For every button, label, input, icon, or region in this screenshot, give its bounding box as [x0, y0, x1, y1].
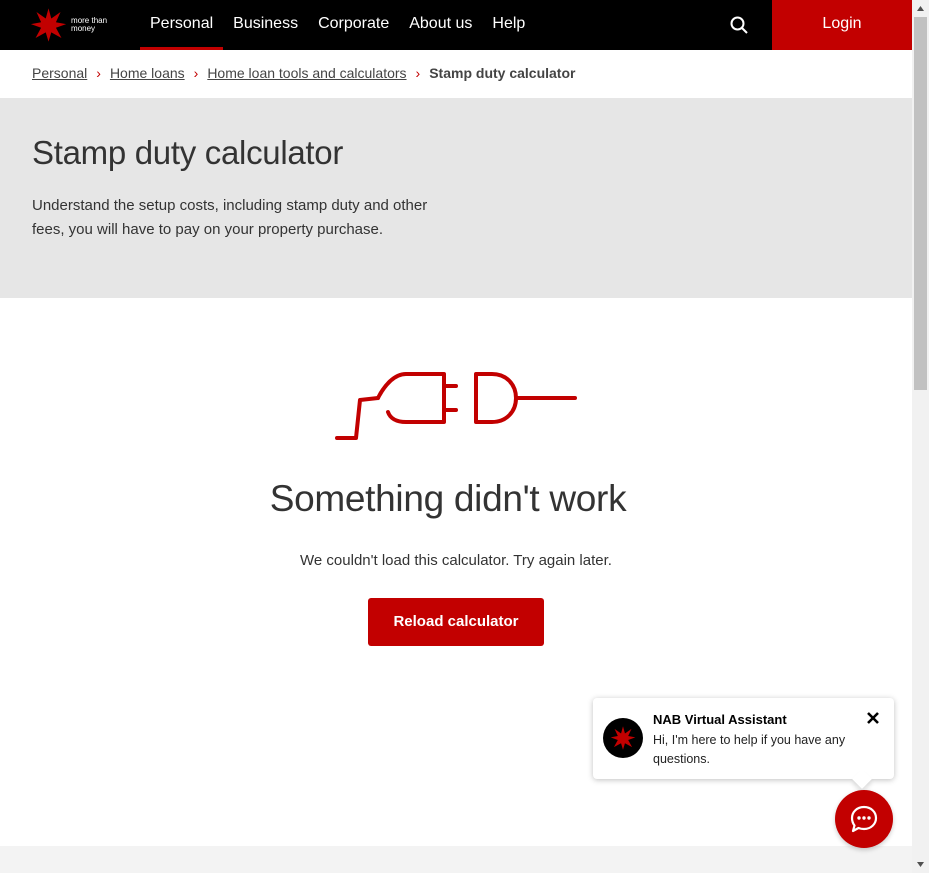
virtual-assistant-popup[interactable]: NAB Virtual Assistant Hi, I'm here to he… — [593, 698, 894, 779]
unplugged-icon — [335, 372, 577, 440]
nab-star-icon — [30, 8, 67, 42]
search-icon — [730, 16, 748, 34]
reload-calculator-button[interactable]: Reload calculator — [368, 598, 544, 646]
close-icon[interactable] — [865, 710, 881, 726]
nav-corporate[interactable]: Corporate — [308, 0, 399, 50]
nav-help[interactable]: Help — [482, 0, 535, 50]
nav-business[interactable]: Business — [223, 0, 308, 50]
breadcrumb-current: Stamp duty calculator — [429, 65, 576, 81]
assistant-message: Hi, I'm here to help if you have any que… — [653, 733, 846, 766]
scroll-down-icon[interactable] — [912, 856, 929, 873]
page-title: Stamp duty calculator — [32, 134, 344, 171]
search-button[interactable] — [722, 8, 756, 42]
footer-strip — [0, 846, 912, 873]
nav-personal[interactable]: Personal — [140, 0, 224, 50]
open-chat-button[interactable] — [835, 790, 893, 848]
scroll-up-icon[interactable] — [912, 0, 929, 17]
main-nav: Personal Business Corporate About us Hel… — [140, 0, 535, 50]
breadcrumb-tools[interactable]: Home loan tools and calculators — [207, 65, 406, 81]
nav-about-us[interactable]: About us — [399, 0, 482, 50]
chevron-right-icon: › — [193, 65, 199, 81]
assistant-name: NAB Virtual Assistant — [653, 712, 787, 727]
login-button[interactable]: Login — [772, 0, 912, 50]
chevron-right-icon: › — [96, 65, 101, 81]
page: more than money Personal Business Corpor… — [0, 0, 912, 873]
top-navigation-bar: more than money Personal Business Corpor… — [0, 0, 912, 50]
nab-star-icon — [610, 726, 636, 750]
assistant-avatar — [603, 718, 643, 758]
breadcrumb: Personal › Home loans › Home loan tools … — [32, 62, 575, 84]
chevron-right-icon: › — [415, 65, 421, 81]
scrollbar-thumb[interactable] — [914, 17, 927, 390]
chat-bubble-icon — [850, 805, 878, 833]
page-scrollbar[interactable] — [912, 0, 929, 873]
logo-tagline: more than money — [71, 16, 108, 33]
breadcrumb-personal[interactable]: Personal — [32, 65, 87, 81]
hero-banner: Stamp duty calculator Understand the set… — [0, 98, 912, 298]
nab-logo[interactable]: more than money — [30, 6, 110, 44]
page-description: Understand the setup costs, including st… — [32, 197, 428, 238]
breadcrumb-home-loans[interactable]: Home loans — [110, 65, 185, 81]
error-message: We couldn't load this calculator. Try ag… — [300, 552, 612, 569]
error-title: Something didn't work — [269, 478, 627, 519]
